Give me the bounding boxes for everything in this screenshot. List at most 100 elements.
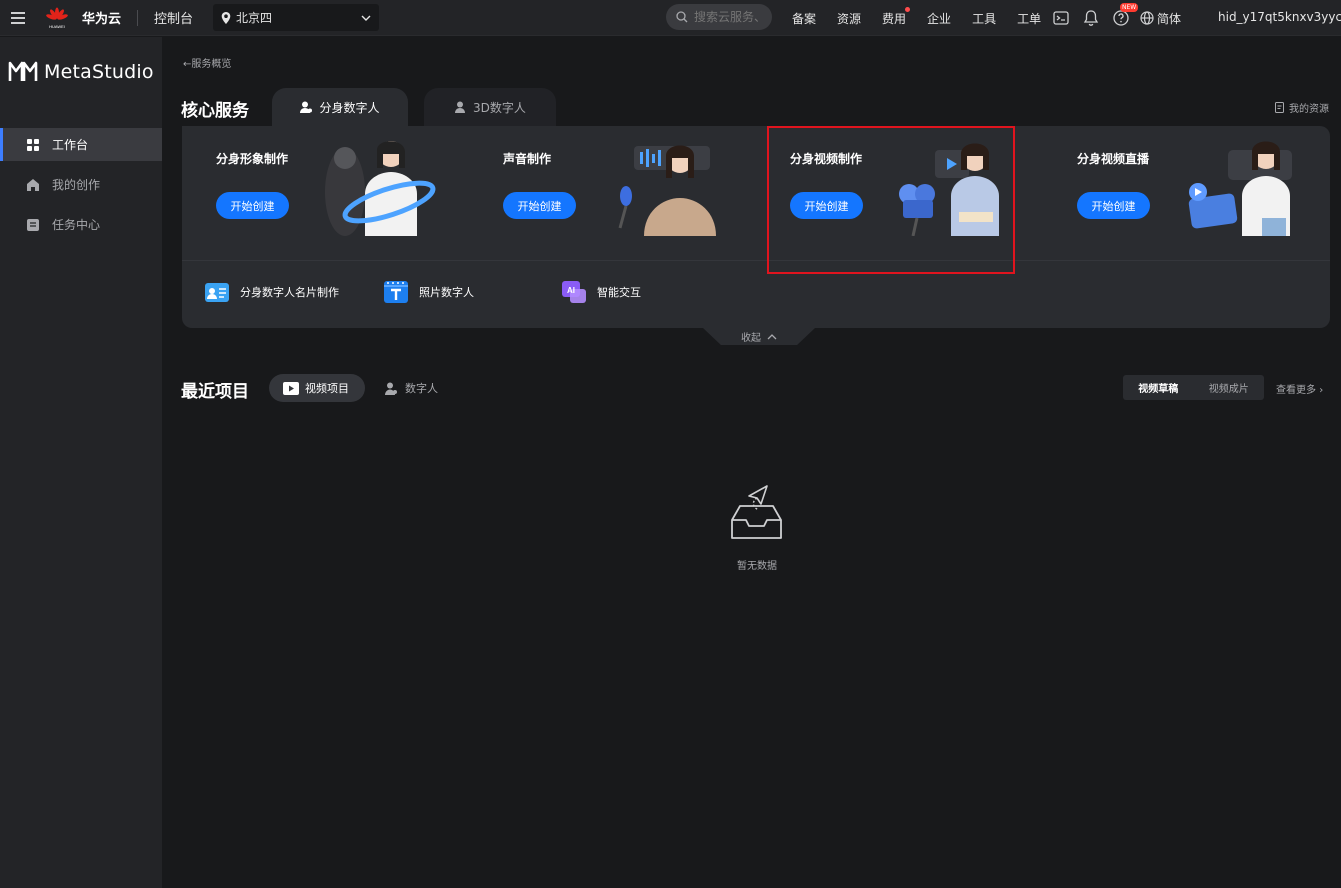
resource-icon xyxy=(1275,102,1284,113)
start-create-button[interactable]: 开始创建 xyxy=(1077,192,1150,219)
collapse-toggle[interactable]: 收起 xyxy=(703,328,815,345)
console-link[interactable]: 控制台 xyxy=(154,8,193,27)
region-value: 北京四 xyxy=(236,11,273,25)
card-voice: 声音制作 开始创建 xyxy=(469,126,756,260)
business-card-icon xyxy=(205,283,229,302)
sidebar-item-task-center[interactable]: 任务中心 xyxy=(0,208,162,241)
search-icon xyxy=(676,11,688,23)
see-more-link[interactable]: 查看更多 › xyxy=(1276,381,1323,396)
empty-state-text: 暂无数据 xyxy=(737,561,777,572)
tab-label: 视频项目 xyxy=(305,382,349,395)
start-create-button[interactable]: 开始创建 xyxy=(216,192,289,219)
tab-video-projects[interactable]: 视频项目 xyxy=(269,374,365,402)
photo-human-icon xyxy=(384,281,408,303)
sidebar-item-workbench[interactable]: 工作台 xyxy=(0,128,162,161)
tab-label: 3D数字人 xyxy=(473,100,526,115)
svg-text:AI: AI xyxy=(567,286,575,295)
region-select[interactable]: 北京四 xyxy=(213,4,380,31)
huawei-cloud-logo[interactable]: HUAWEI 华为云 xyxy=(46,7,121,29)
bell-icon[interactable] xyxy=(1082,9,1100,27)
core-services-panel: 分身形象制作 开始创建 声音制作 开始创建 分身视频制作 开始创建 分身视频直播… xyxy=(182,126,1330,328)
live-figure-illustration xyxy=(1188,141,1292,236)
huawei-logo-icon: HUAWEI xyxy=(46,7,68,29)
card-avatar-live: 分身视频直播 开始创建 xyxy=(1043,126,1330,260)
sublink-photo-human[interactable]: 照片数字人 xyxy=(384,278,474,306)
start-create-button[interactable]: 开始创建 xyxy=(503,192,576,219)
sidebar-item-label: 我的创作 xyxy=(52,178,101,192)
sidebar-item-my-creations[interactable]: 我的创作 xyxy=(0,168,162,201)
language-label: 简体 xyxy=(1157,11,1182,26)
chevron-right-icon: › xyxy=(1319,385,1324,396)
huawei-small-text: HUAWEI xyxy=(49,24,65,29)
nav-link-billing[interactable]: 费用 xyxy=(882,6,911,27)
sublink-smart-interaction[interactable]: AI 智能交互 xyxy=(562,278,641,306)
card-title: 分身视频直播 xyxy=(1077,152,1150,166)
selection-highlight-box xyxy=(767,126,1015,274)
top-nav-links: 备案 资源 费用 企业 工具 工单 xyxy=(792,0,1062,36)
home-icon xyxy=(27,178,39,191)
sidebar-menu: 工作台 我的创作 任务中心 xyxy=(0,128,162,248)
recent-projects-title: 最近项目 xyxy=(181,382,249,402)
product-name: MetaStudio xyxy=(44,61,154,83)
card-title: 声音制作 xyxy=(503,152,552,166)
breadcrumb-label: 服务概览 xyxy=(191,59,232,70)
nav-link-tickets[interactable]: 工单 xyxy=(1017,10,1041,27)
avatar-figure-illustration xyxy=(325,141,436,236)
sublink-label: 照片数字人 xyxy=(419,286,474,299)
segment-video-drafts[interactable]: 视频草稿 xyxy=(1123,380,1194,395)
help-icon[interactable]: NEW xyxy=(1112,3,1139,27)
sidebar-item-label: 工作台 xyxy=(52,138,89,152)
metastudio-logo-icon xyxy=(8,61,38,81)
divider xyxy=(182,260,1330,261)
nav-link-billing-label: 费用 xyxy=(882,11,907,26)
core-services-title: 核心服务 xyxy=(181,101,249,121)
breadcrumb[interactable]: ←服务概览 xyxy=(183,55,231,70)
notification-dot xyxy=(905,6,911,12)
empty-inbox-icon xyxy=(731,485,782,539)
tab-avatar-human[interactable]: 分身数字人 xyxy=(272,88,408,126)
chevron-down-icon xyxy=(361,15,371,21)
user-account[interactable]: hid_y17qt5knxv3yyc5 xyxy=(1218,10,1341,24)
language-switch[interactable]: 简体 xyxy=(1140,10,1181,27)
nav-link-resources[interactable]: 资源 xyxy=(837,10,861,27)
grid-icon xyxy=(27,138,39,151)
top-bar: HUAWEI 华为云 控制台 北京四 备案 资源 费用 企业 工具 工单 NEW… xyxy=(0,0,1341,36)
globe-icon xyxy=(1140,11,1154,25)
task-icon xyxy=(27,218,39,231)
card-avatar-image: 分身形象制作 开始创建 xyxy=(182,126,469,260)
top-bar-icons: NEW 简体 xyxy=(1052,0,1181,36)
sublink-label: 分身数字人名片制作 xyxy=(240,286,339,299)
sidebar: MetaStudio 工作台 我的创作 任务中心 xyxy=(0,37,162,888)
nav-link-tools[interactable]: 工具 xyxy=(972,10,996,27)
location-pin-icon xyxy=(221,11,231,24)
tab-label: 数字人 xyxy=(405,382,438,395)
nav-link-filing[interactable]: 备案 xyxy=(792,10,816,27)
segmented-control: 视频草稿 视频成片 xyxy=(1123,375,1264,400)
my-resources-label: 我的资源 xyxy=(1289,104,1329,115)
my-resources-link[interactable]: 我的资源 xyxy=(1275,100,1329,115)
search-box[interactable] xyxy=(666,4,772,30)
voice-figure-illustration xyxy=(618,145,716,236)
terminal-icon[interactable] xyxy=(1052,9,1070,27)
sub-services: 分身数字人名片制作 照片数字人 AI 智能交互 xyxy=(182,278,1330,306)
menu-icon[interactable] xyxy=(0,0,36,36)
sidebar-item-label: 任务中心 xyxy=(52,218,101,232)
new-badge: NEW xyxy=(1120,3,1139,12)
product-logo[interactable]: MetaStudio xyxy=(8,61,154,83)
tab-label: 分身数字人 xyxy=(319,100,380,115)
card-title: 分身形象制作 xyxy=(216,152,289,166)
segment-finished-videos[interactable]: 视频成片 xyxy=(1194,380,1265,395)
tab-3d-human[interactable]: 3D数字人 xyxy=(424,88,556,126)
user-icon xyxy=(385,382,397,395)
sublink-business-card[interactable]: 分身数字人名片制作 xyxy=(205,278,339,306)
nav-link-enterprise[interactable]: 企业 xyxy=(927,10,951,27)
see-more-label: 查看更多 xyxy=(1276,385,1316,396)
sublink-label: 智能交互 xyxy=(597,286,641,299)
search-input[interactable] xyxy=(694,10,764,24)
user-icon xyxy=(300,101,313,113)
tab-digital-human[interactable]: 数字人 xyxy=(385,380,438,396)
video-icon xyxy=(283,381,299,395)
user-3d-icon xyxy=(455,101,466,113)
ai-chat-icon: AI xyxy=(562,281,586,303)
chevron-up-icon xyxy=(767,333,777,339)
